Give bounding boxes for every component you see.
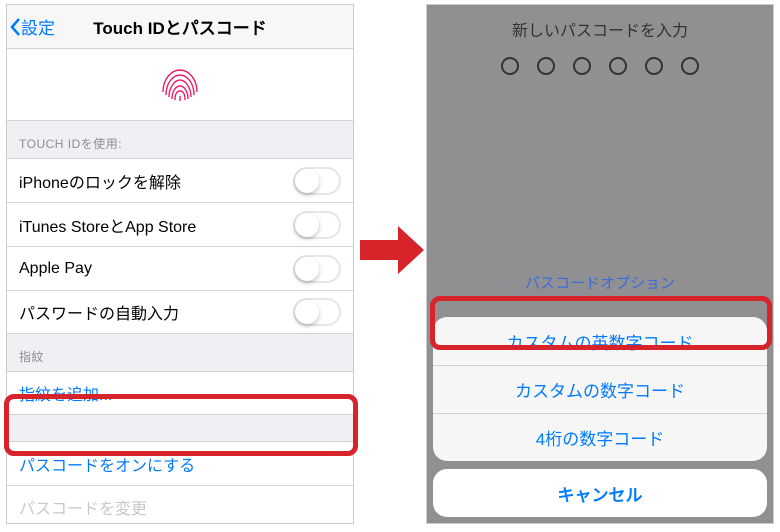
settings-screen: 設定 Touch IDとパスコード TOUCH IDを使用: iPhoneのロッ… bbox=[6, 4, 354, 524]
passcode-dots bbox=[427, 57, 773, 75]
passcode-options-link[interactable]: パスコードオプション bbox=[427, 258, 773, 317]
passcode-dot bbox=[645, 57, 663, 75]
row-add-fingerprint[interactable]: 指紋を追加... bbox=[7, 371, 353, 415]
fingerprint-icon bbox=[154, 59, 206, 111]
row-label: パスコードをオンにする bbox=[19, 452, 195, 476]
spacer bbox=[7, 415, 353, 441]
touchid-hero bbox=[7, 49, 353, 121]
nav-bar: 設定 Touch IDとパスコード bbox=[7, 5, 353, 49]
row-passcode-on[interactable]: パスコードをオンにする bbox=[7, 441, 353, 485]
row-label: 指紋を追加... bbox=[19, 381, 112, 405]
arrow-icon bbox=[358, 220, 428, 280]
row-label: Apple Pay bbox=[19, 260, 92, 278]
passcode-screen: 新しいパスコードを入力 パスコードオプション カスタムの英数字コード カスタムの… bbox=[426, 4, 774, 524]
toggle-switch[interactable] bbox=[293, 211, 341, 239]
passcode-dot bbox=[609, 57, 627, 75]
action-sheet: カスタムの英数字コード カスタムの数字コード 4桁の数字コード キャンセル bbox=[427, 317, 773, 523]
row-password-autofill[interactable]: パスワードの自動入力 bbox=[7, 290, 353, 334]
sheet-option-4digit[interactable]: 4桁の数字コード bbox=[433, 413, 767, 461]
passcode-dot bbox=[537, 57, 555, 75]
sheet-option-custom-numeric[interactable]: カスタムの数字コード bbox=[433, 365, 767, 413]
toggle-switch[interactable] bbox=[293, 255, 341, 283]
toggle-switch[interactable] bbox=[293, 298, 341, 326]
row-itunes-appstore[interactable]: iTunes StoreとApp Store bbox=[7, 202, 353, 246]
row-apple-pay[interactable]: Apple Pay bbox=[7, 246, 353, 290]
sheet-option-alphanumeric[interactable]: カスタムの英数字コード bbox=[433, 317, 767, 365]
section-fingerprints: 指紋 bbox=[7, 334, 353, 371]
sheet-cancel[interactable]: キャンセル bbox=[433, 469, 767, 517]
row-label: パスワードの自動入力 bbox=[19, 300, 179, 324]
row-unlock-iphone[interactable]: iPhoneのロックを解除 bbox=[7, 158, 353, 202]
nav-title: Touch IDとパスコード bbox=[7, 14, 353, 39]
row-label: パスコードを変更 bbox=[19, 495, 147, 519]
section-touchid-use: TOUCH IDを使用: bbox=[7, 121, 353, 158]
spacer bbox=[427, 75, 773, 258]
passcode-dot bbox=[573, 57, 591, 75]
passcode-dot bbox=[681, 57, 699, 75]
toggle-switch[interactable] bbox=[293, 167, 341, 195]
passcode-title: 新しいパスコードを入力 bbox=[427, 5, 773, 57]
row-label: iTunes StoreとApp Store bbox=[19, 213, 196, 237]
row-passcode-change: パスコードを変更 bbox=[7, 485, 353, 524]
row-label: iPhoneのロックを解除 bbox=[19, 169, 181, 193]
passcode-dot bbox=[501, 57, 519, 75]
